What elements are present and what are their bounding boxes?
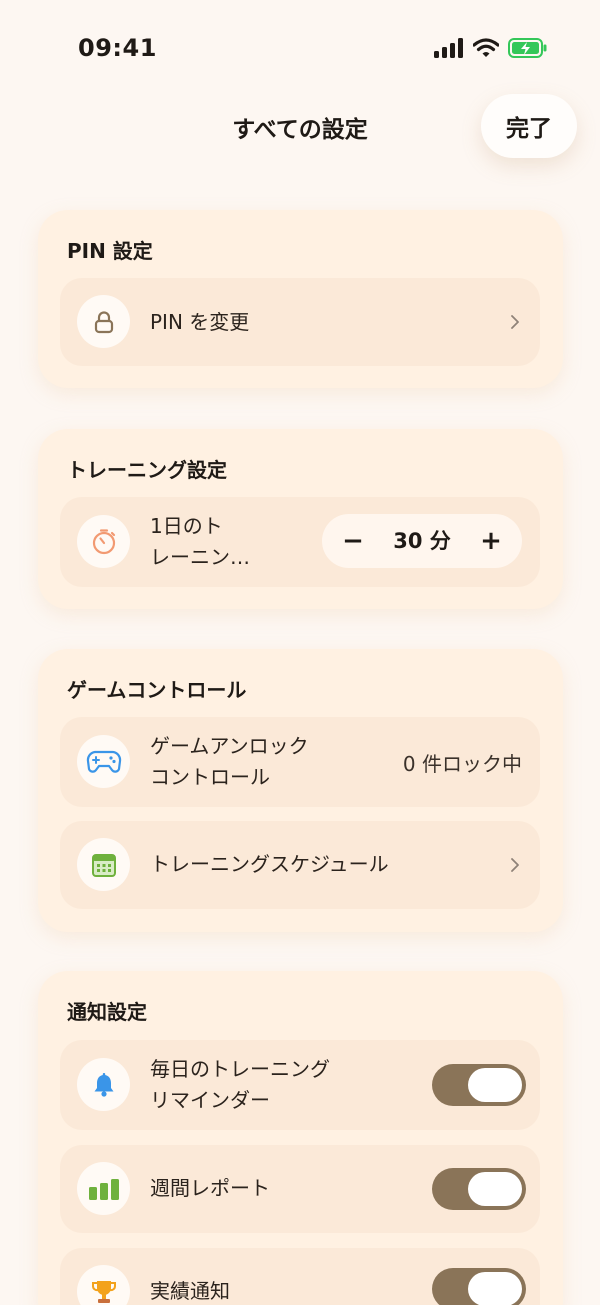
toggle-knob — [468, 1172, 522, 1206]
wifi-icon — [472, 38, 500, 62]
cellular-signal-icon — [434, 38, 464, 62]
trophy-icon — [77, 1265, 130, 1305]
status-icons — [434, 37, 548, 63]
decrement-button[interactable]: − — [326, 514, 380, 568]
done-button[interactable]: 完了 — [481, 94, 577, 158]
training-minutes-stepper: − 30 分 + — [322, 514, 522, 568]
row-label: トレーニングスケジュール — [150, 852, 389, 876]
pin-settings-card: PIN 設定 PIN を変更 — [38, 210, 563, 388]
chevron-right-icon — [511, 315, 519, 329]
section-title: ゲームコントロール — [67, 678, 247, 702]
daily-training-row: 1日のト レーニン… − 30 分 + — [60, 497, 540, 587]
daily-reminder-toggle[interactable] — [432, 1064, 526, 1106]
row-label: ゲームアンロック コントロール — [150, 734, 309, 789]
game-controls-card: ゲームコントロール ゲームアンロック コントロール 0 件ロック中 トレーニング… — [38, 649, 563, 932]
section-title: PIN 設定 — [67, 239, 153, 263]
game-unlock-row[interactable]: ゲームアンロック コントロール 0 件ロック中 — [60, 717, 540, 807]
training-schedule-row[interactable]: トレーニングスケジュール — [60, 821, 540, 909]
toggle-knob — [468, 1068, 522, 1102]
training-settings-card: トレーニング設定 1日のト レーニン… − 30 分 + — [38, 429, 563, 609]
battery-charging-icon — [508, 37, 548, 63]
lock-icon — [77, 295, 130, 348]
achievement-toggle[interactable] — [432, 1268, 526, 1305]
section-title: 通知設定 — [67, 1000, 147, 1024]
locked-count: 0 件ロック中 — [402, 752, 522, 776]
status-time: 09:41 — [78, 34, 157, 62]
stepper-value: 30 分 — [393, 529, 451, 553]
change-pin-row[interactable]: PIN を変更 — [60, 278, 540, 366]
timer-icon — [77, 515, 130, 568]
row-label: PIN を変更 — [150, 310, 250, 334]
row-label: 毎日のトレーニング リマインダー — [150, 1057, 330, 1112]
status-bar: 09:41 — [0, 0, 600, 95]
achievement-notification-row: 実績通知 — [60, 1248, 540, 1305]
section-title: トレーニング設定 — [67, 458, 227, 482]
toggle-knob — [468, 1272, 522, 1305]
weekly-report-row: 週間レポート — [60, 1145, 540, 1233]
bar-chart-icon — [77, 1162, 130, 1215]
row-label: 実績通知 — [150, 1279, 230, 1303]
chevron-right-icon — [511, 858, 519, 872]
calendar-icon — [77, 838, 130, 891]
row-label: 1日のト レーニン… — [150, 514, 250, 569]
daily-reminder-row: 毎日のトレーニング リマインダー — [60, 1040, 540, 1130]
bell-icon — [77, 1058, 130, 1111]
increment-button[interactable]: + — [464, 514, 518, 568]
gamepad-icon — [77, 735, 130, 788]
weekly-report-toggle[interactable] — [432, 1168, 526, 1210]
row-label: 週間レポート — [150, 1176, 270, 1200]
notification-settings-card: 通知設定 毎日のトレーニング リマインダー 週間レポート 実績通知 — [38, 971, 563, 1305]
